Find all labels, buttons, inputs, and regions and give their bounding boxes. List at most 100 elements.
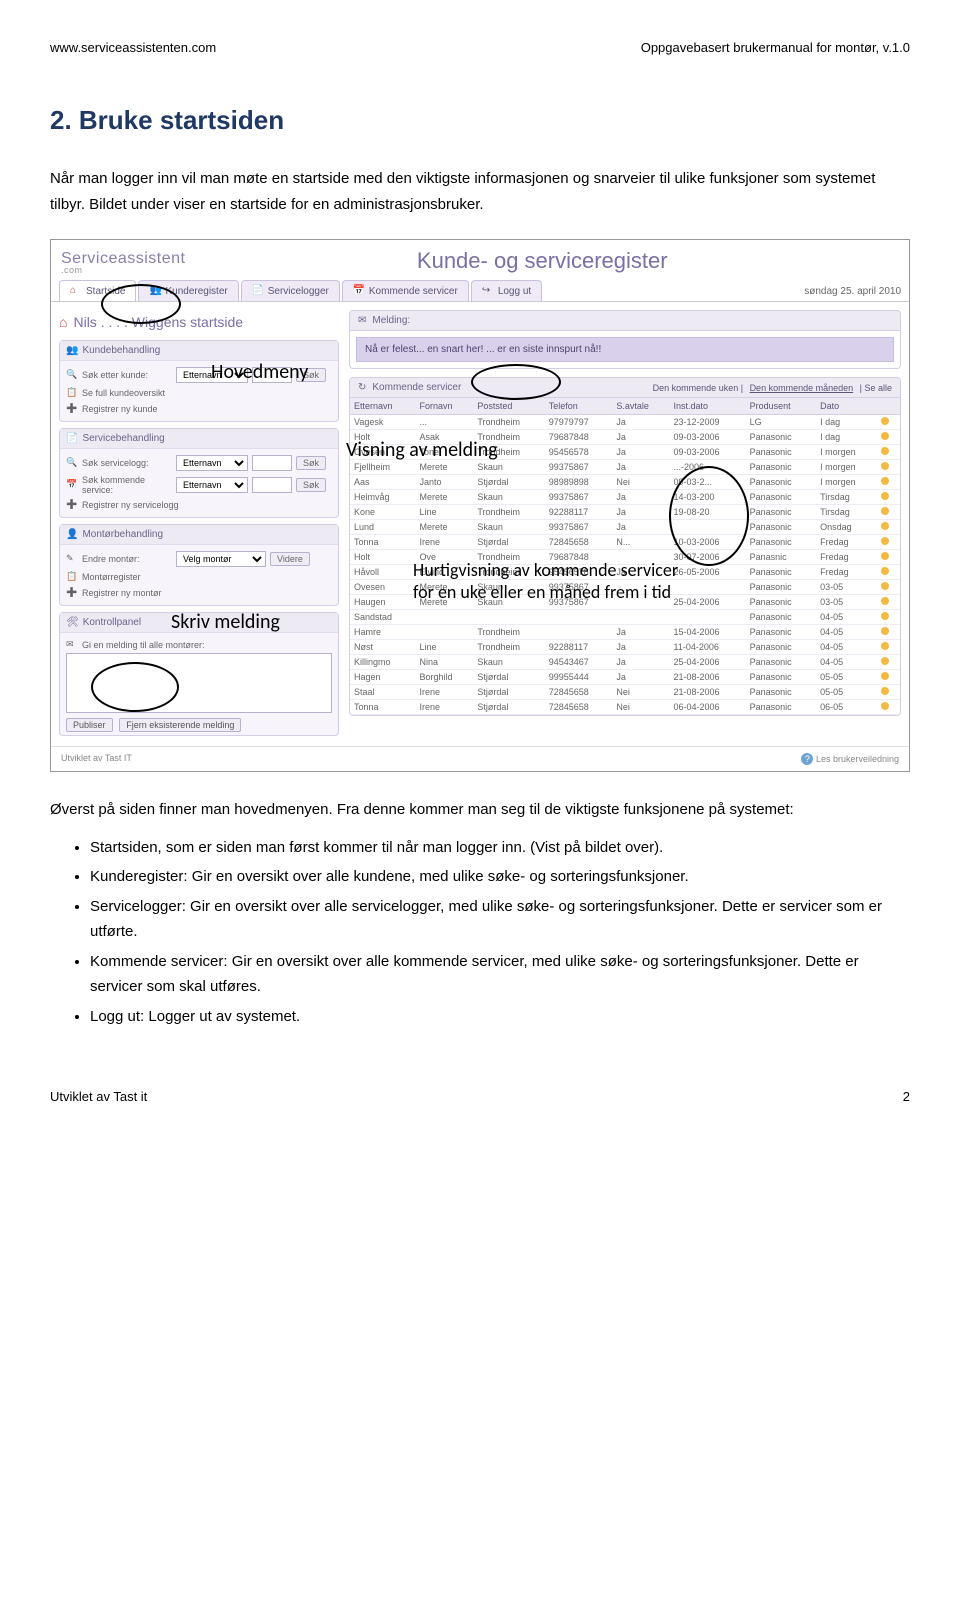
search-icon: 🔍 — [66, 369, 78, 381]
table-row[interactable]: OvesenToneTrondheim95456578Ja09-03-2006P… — [350, 445, 900, 460]
home-icon: ⌂ — [59, 314, 67, 330]
status-dot — [881, 657, 889, 665]
section-kundebehandling: 👥Kundebehandling 🔍Søk etter kunde:Ettern… — [59, 340, 339, 422]
remove-message-button[interactable]: Fjern eksisterende melding — [119, 718, 241, 732]
message-textarea[interactable] — [66, 653, 332, 713]
help-link[interactable]: Les brukerveiledning — [816, 754, 899, 764]
select-montor[interactable]: Velg montør — [176, 551, 266, 567]
table-column-header[interactable]: Dato — [816, 398, 877, 415]
table-row[interactable]: HoltAsakTrondheim79687848Ja09-03-2006Pan… — [350, 430, 900, 445]
table-row[interactable]: TonnaIreneStjørdal72845658N...10-03-2006… — [350, 535, 900, 550]
table-row[interactable]: TonnaIreneStjørdal72845658Nei06-04-2006P… — [350, 700, 900, 715]
table-column-header[interactable]: Produsent — [746, 398, 816, 415]
table-row[interactable]: SandstadPanasonic04-05 — [350, 610, 900, 625]
status-dot — [881, 672, 889, 680]
table-row[interactable]: StaalIreneStjørdal72845658Nei21-08-2006P… — [350, 685, 900, 700]
table-column-header[interactable]: Fornavn — [416, 398, 474, 415]
search-field-select[interactable]: Etternavn — [176, 455, 248, 471]
section-header: 📄Servicebehandling — [60, 429, 338, 449]
home-icon: ⌂ — [70, 285, 82, 297]
people-icon: 👥 — [66, 345, 78, 356]
section-kontrollpanel: 🛠Kontrollpanel ✉Gi en melding til alle m… — [59, 612, 339, 736]
status-dot — [881, 492, 889, 500]
table-row[interactable]: Vagesk...Trondheim97979797Ja23-12-2009LG… — [350, 415, 900, 430]
table-row[interactable]: KillingmoNinaSkaun94543467Ja25-04-2006Pa… — [350, 655, 900, 670]
document-icon: 📄 — [66, 433, 78, 444]
services-table: EtternavnFornavnPoststedTelefonS.avtaleI… — [350, 398, 900, 715]
list-item: Kommende servicer: Gir en oversikt over … — [90, 949, 910, 1000]
table-row[interactable]: FjellheimMereteSkaun99375867Ja...-2006Pa… — [350, 460, 900, 475]
status-dot — [881, 582, 889, 590]
list-item: Kunderegister: Gir en oversikt over alle… — [90, 864, 910, 890]
footer-left: Utviklet av Tast it — [50, 1089, 147, 1104]
section-header: 🛠Kontrollpanel — [60, 613, 338, 633]
table-row[interactable]: KoneLineTrondheim92288117Ja19-08-20Panas… — [350, 505, 900, 520]
status-dot — [881, 417, 889, 425]
app-logo: Serviceassistent .com — [61, 250, 186, 273]
table-column-header[interactable]: Etternavn — [350, 398, 416, 415]
person-icon: 👤 — [66, 529, 78, 540]
table-column-header[interactable]: Telefon — [545, 398, 613, 415]
search-button[interactable]: Søk — [296, 368, 326, 382]
search-field-select[interactable]: Etternavn — [176, 367, 248, 383]
section-header: 👤Montørbehandling — [60, 525, 338, 545]
user-welcome: ⌂ Nils . . . . Wiggens startside — [59, 310, 339, 334]
search-input[interactable] — [252, 477, 292, 493]
publish-button[interactable]: Publiser — [66, 718, 113, 732]
section-montorbehandling: 👤Montørbehandling ✎Endre montør:Velg mon… — [59, 524, 339, 606]
table-row[interactable]: HoltOveTrondheim7968784830-07-2006Panasn… — [350, 550, 900, 565]
search-button[interactable]: Søk — [296, 478, 326, 492]
table-column-header[interactable]: S.avtale — [612, 398, 669, 415]
document-icon: 📄 — [252, 285, 264, 297]
table-row[interactable]: HamreTrondheimJa15-04-2006Panasonic04-05 — [350, 625, 900, 640]
status-dot — [881, 552, 889, 560]
link-full-overview[interactable]: Se full kundeoversikt — [82, 388, 165, 398]
status-dot — [881, 462, 889, 470]
list-item: Logg ut: Logger ut av systemet. — [90, 1004, 910, 1030]
message-icon: ✉ — [358, 315, 366, 326]
logout-icon: ↪ — [482, 285, 494, 297]
tab-servicelogger[interactable]: 📄Servicelogger — [241, 280, 340, 301]
page-footer: Utviklet av Tast it 2 — [50, 1089, 910, 1104]
link-register-servicelog[interactable]: Registrer ny servicelogg — [82, 500, 179, 510]
tab-kommende-servicer[interactable]: 📅Kommende servicer — [342, 280, 469, 301]
search-input[interactable] — [252, 367, 292, 383]
table-column-header[interactable]: Inst.dato — [670, 398, 746, 415]
status-dot — [881, 702, 889, 710]
search-button[interactable]: Søk — [296, 456, 326, 470]
table-row[interactable]: HåvollEivindTrondheim95456578Ja26-05-200… — [350, 565, 900, 580]
page-number: 2 — [903, 1089, 910, 1104]
search-field-select[interactable]: Etternavn — [176, 477, 248, 493]
people-icon: 👥 — [149, 285, 161, 297]
list-item: Startsiden, som er siden man først komme… — [90, 835, 910, 861]
app-screenshot: Serviceassistent .com Kunde- og servicer… — [51, 240, 909, 771]
app-footer: Utviklet av Tast IT ? Les brukerveiledni… — [51, 746, 909, 771]
link-register-customer[interactable]: Registrer ny kunde — [82, 404, 158, 414]
link-montor-register[interactable]: Montørregister — [82, 572, 141, 582]
table-row[interactable]: HagenBorghildStjørdal99955444Ja21-08-200… — [350, 670, 900, 685]
continue-button[interactable]: Videre — [270, 552, 310, 566]
status-dot — [881, 612, 889, 620]
status-dot — [881, 477, 889, 485]
link-register-montor[interactable]: Registrer ny montør — [82, 588, 162, 598]
search-input[interactable] — [252, 455, 292, 471]
tab-logg-ut[interactable]: ↪Logg ut — [471, 280, 542, 301]
status-dot — [881, 432, 889, 440]
table-row[interactable]: HeimvågMereteSkaun99375867Ja14-03-200Pan… — [350, 490, 900, 505]
table-row[interactable]: HaugenMereteSkaun9937586725-04-2006Panas… — [350, 595, 900, 610]
table-row[interactable]: OvesenMereteSkaun99375867Panasonic03-05 — [350, 580, 900, 595]
table-row[interactable]: NøstLineTrondheim92288117Ja11-04-2006Pan… — [350, 640, 900, 655]
tab-kunderegister[interactable]: 👥Kunderegister — [138, 280, 238, 301]
add-icon: ➕ — [66, 403, 78, 415]
table-row[interactable]: LundMereteSkaun99375867JaPanasonicOnsdag — [350, 520, 900, 535]
status-dot — [881, 537, 889, 545]
table-row[interactable]: AasJantoStjørdal98989898Nei09-03-2...Pan… — [350, 475, 900, 490]
message-panel: ✉Melding: Nå er felest... en snart her! … — [349, 310, 901, 369]
status-dot — [881, 522, 889, 530]
section-title: 2. Bruke startsiden — [50, 105, 910, 136]
tab-startside[interactable]: ⌂Startside — [59, 280, 136, 301]
settings-icon: 🛠 — [66, 617, 79, 628]
add-icon: ➕ — [66, 499, 78, 511]
table-column-header[interactable]: Poststed — [473, 398, 544, 415]
status-dot — [881, 447, 889, 455]
